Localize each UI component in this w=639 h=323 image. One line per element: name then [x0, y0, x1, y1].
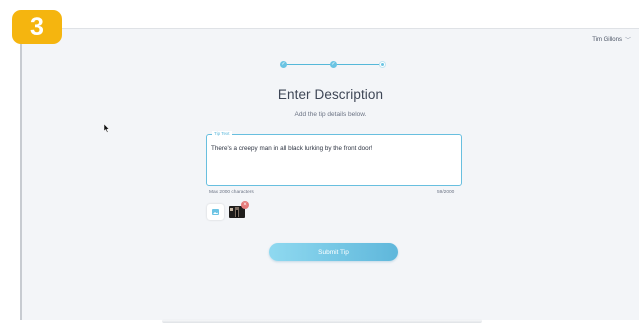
- tip-text-field[interactable]: Tip Text There's a creepy man in all bla…: [206, 131, 462, 186]
- app-window: Tim Gillons ﹀ ✓ ✓ Enter Description Add …: [20, 28, 639, 323]
- top-strip: [0, 0, 639, 28]
- page-subtitle: Add the tip details below.: [294, 111, 367, 118]
- image-icon: [212, 209, 219, 215]
- max-characters-hint: Max 2000 characters: [209, 190, 254, 195]
- page-title: Enter Description: [277, 87, 384, 102]
- user-name: Tim Gillons: [592, 36, 622, 43]
- stepper-line: [284, 64, 334, 65]
- remove-attachment-button[interactable]: ×: [241, 201, 249, 209]
- add-image-button[interactable]: [207, 204, 224, 220]
- thumbnail-light: [230, 208, 233, 211]
- tip-text-value[interactable]: There's a creepy man in all black lurkin…: [211, 145, 373, 152]
- progress-stepper: ✓ ✓: [280, 60, 386, 70]
- mouse-pointer-icon: [104, 124, 110, 133]
- user-menu[interactable]: Tim Gillons ﹀: [592, 35, 631, 45]
- step-2-complete-icon: ✓: [330, 61, 337, 68]
- step-number-badge: 3: [12, 10, 62, 44]
- submit-tip-button[interactable]: Submit Tip: [269, 243, 398, 261]
- step-1-complete-icon: ✓: [280, 61, 287, 68]
- stepper-line: [334, 64, 382, 65]
- thumbnail-figure: [236, 210, 238, 217]
- tip-text-label: Tip Text: [212, 131, 232, 136]
- chevron-down-icon: ﹀: [624, 38, 631, 44]
- step-3-current-icon: [379, 61, 386, 68]
- character-counter: 59/2000: [437, 190, 455, 195]
